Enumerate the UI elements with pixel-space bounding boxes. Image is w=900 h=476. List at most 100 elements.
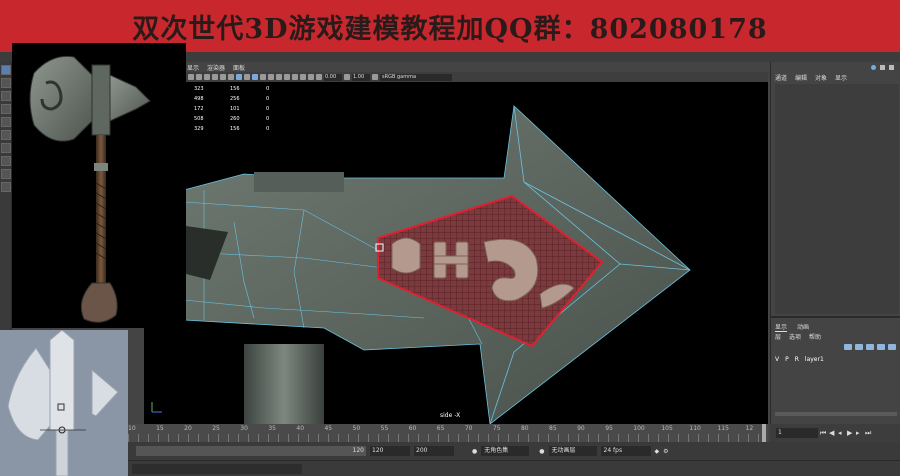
menu-show[interactable]: 显示 [187,63,199,72]
select-tool-icon[interactable] [1,65,11,75]
layout-single-icon[interactable] [1,143,11,153]
wireframe-icon[interactable] [236,74,242,80]
playback-controls: 1 ⏮ ◀ ◂ ▶ ▸ ⏭ [770,424,900,442]
paint-tool-icon[interactable] [1,91,11,101]
auto-key-icon[interactable]: ◆ [655,448,660,455]
range-end-field[interactable]: 120 [370,446,410,456]
smooth-shade-icon[interactable] [244,74,250,80]
new-layer-selected-icon[interactable] [877,344,885,350]
time-tick-label: 25 [212,425,220,432]
play-forward-icon[interactable]: ▶ [847,429,854,437]
image-plane-icon[interactable] [204,74,210,80]
wireframe-on-shaded-icon[interactable] [252,74,258,80]
menu-edit[interactable]: 编辑 [795,73,807,82]
channel-box-menu: 通道 编辑 对象 显示 [771,72,900,82]
layer-visible-toggle[interactable]: V [775,356,779,363]
camera-lock-icon[interactable] [196,74,202,80]
time-tick-label: 60 [408,425,417,432]
layout-four-icon[interactable] [1,156,11,166]
camera-icon[interactable] [188,74,194,80]
move-layer-down-icon[interactable] [855,344,863,350]
anim-layer-dropdown[interactable]: 无动画层 [548,446,597,456]
maya-screen: 双次世代3D游戏建模教程加QQ群：802080178 显示 渲染器 面板 0.0… [0,0,900,476]
gamma-icon[interactable] [344,74,350,80]
toggle-icon[interactable] [871,64,876,70]
layout-two-icon[interactable] [1,169,11,179]
step-back-icon[interactable]: ◀ [829,429,836,437]
settings-icon[interactable]: ⚙ [663,448,668,455]
xray-joints-icon[interactable] [308,74,314,80]
textured-icon[interactable] [260,74,266,80]
axis-indicator-icon [151,402,162,413]
mel-input[interactable] [132,464,302,474]
resolution-gate-icon[interactable] [228,74,234,80]
current-frame-field[interactable]: 1 [776,428,818,438]
step-forward-icon[interactable]: ▸ [856,429,863,437]
time-tick-label: 30 [240,425,248,432]
layer-playback-toggle[interactable]: P [785,356,789,363]
shadows-icon[interactable] [276,74,282,80]
range-max-field[interactable]: 200 [414,446,454,456]
time-slider[interactable]: 10 15 20 25 30 35 40 45 50 55 60 65 70 75 80 85 90 95 100 1… [128,424,768,442]
move-tool-icon[interactable] [1,104,11,114]
lasso-tool-icon[interactable] [1,78,11,88]
range-slider[interactable]: 120 [136,446,366,456]
layer-name[interactable]: layer1 [805,356,824,363]
menu-display[interactable]: 显示 [835,73,847,82]
go-to-end-icon[interactable]: ⏭ [865,429,872,437]
time-tick-label: 15 [156,425,164,432]
time-tick-label: 85 [549,425,557,432]
float-icon[interactable] [880,64,885,70]
time-tick-marks [128,434,768,442]
layer-options-icon[interactable] [888,344,896,350]
rotate-tool-icon[interactable] [1,117,11,127]
menu-renderer[interactable]: 渲染器 [207,63,225,72]
range-slider-bar: 120 120 200 ● 无角色集 ● 无动画层 24 fps ◆ ⚙ [128,442,900,460]
time-tick-label: 95 [605,425,613,432]
time-tick-label: 40 [296,425,305,432]
horizontal-scrollbar[interactable] [775,412,897,416]
move-layer-up-icon[interactable] [844,344,852,350]
time-tick-label: 100 [633,425,645,432]
menu-panels[interactable]: 面板 [233,63,245,72]
time-tick-label: 115 [717,425,729,432]
panel-divider[interactable] [771,316,900,318]
lights-icon[interactable] [268,74,274,80]
new-layer-icon[interactable] [866,344,874,350]
tab-display[interactable]: 显示 [775,322,788,332]
fps-dropdown[interactable]: 24 fps [600,446,651,456]
time-tick-label: 105 [661,425,673,432]
outliner-icon[interactable] [1,182,11,192]
xray-icon[interactable] [300,74,306,80]
grid-icon[interactable] [212,74,218,80]
exposure-field[interactable]: 0.00 [324,73,342,81]
poly-stats: 323 156 0 498 256 0 172 101 0 508 260 0 329 156 0 [194,84,302,134]
color-space-select[interactable]: sRGB gamma [380,73,452,81]
layer-row[interactable]: V P R layer1 [775,356,824,363]
time-tick-label: 35 [268,425,276,432]
close-icon[interactable] [889,64,894,70]
go-to-start-icon[interactable]: ⏮ [820,429,827,437]
time-end-marker [762,424,766,442]
exposure-icon[interactable] [316,74,322,80]
time-tick-label: 110 [689,425,701,432]
layer-reference-toggle[interactable]: R [795,356,799,363]
gamma-field[interactable]: 1.00 [352,73,370,81]
menu-options[interactable]: 选项 [789,332,801,341]
time-tick-label: 12 [745,425,754,432]
color-management-icon[interactable] [372,74,378,80]
scale-tool-icon[interactable] [1,130,11,140]
film-gate-icon[interactable] [220,74,226,80]
viewport-3d[interactable]: 323 156 0 498 256 0 172 101 0 508 260 0 329 156 0 … [144,82,768,424]
play-back-icon[interactable]: ◂ [838,429,845,437]
character-set-dropdown[interactable]: 无角色集 [481,446,530,456]
tab-anim[interactable]: 动画 [797,322,809,332]
ao-icon[interactable] [284,74,290,80]
menu-help[interactable]: 帮助 [809,332,821,341]
time-tick-label: 80 [520,425,529,432]
stats-row: 329 156 0 [194,126,270,132]
menu-channels[interactable]: 通道 [775,73,787,82]
isolate-icon[interactable] [292,74,298,80]
menu-layers[interactable]: 层 [775,332,781,341]
menu-object[interactable]: 对象 [815,73,827,82]
